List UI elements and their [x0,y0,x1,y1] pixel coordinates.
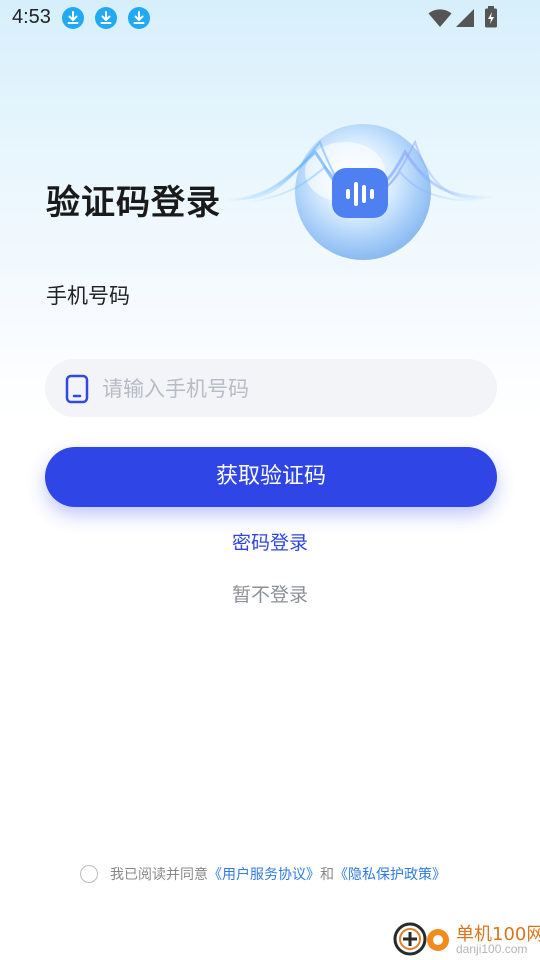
download-icon [128,7,150,29]
get-code-button[interactable]: 获取验证码 [45,447,497,507]
phone-label: 手机号码 [46,284,130,308]
wifi-icon [428,8,452,32]
signal-icon [455,8,475,32]
skip-login-link[interactable]: 暂不登录 [0,580,540,607]
agreement-checkbox[interactable] [80,865,98,883]
voice-orb-illustration [225,124,495,260]
watermark-domain: danji100.com [456,942,528,956]
download-icon [62,7,84,29]
phone-icon [65,374,89,408]
download-icon [95,7,117,29]
agreement-row: 我已阅读并同意 《用户服务协议》 和 《隐私保护政策》 [80,862,446,886]
user-agreement-link[interactable]: 《用户服务协议》 [208,864,320,884]
phone-input-container[interactable] [45,359,497,419]
agreement-conjunction: 和 [320,867,334,883]
privacy-policy-link[interactable]: 《隐私保护政策》 [334,864,446,884]
battery-icon [484,6,498,32]
password-login-link[interactable]: 密码登录 [0,528,540,555]
status-time: 4:53 [12,6,51,28]
page-title: 验证码登录 [46,183,221,223]
phone-input[interactable] [100,359,484,419]
status-bar: 4:53 [0,0,540,36]
agreement-prefix: 我已阅读并同意 [110,867,208,883]
watermark-logo-icon [393,922,449,956]
